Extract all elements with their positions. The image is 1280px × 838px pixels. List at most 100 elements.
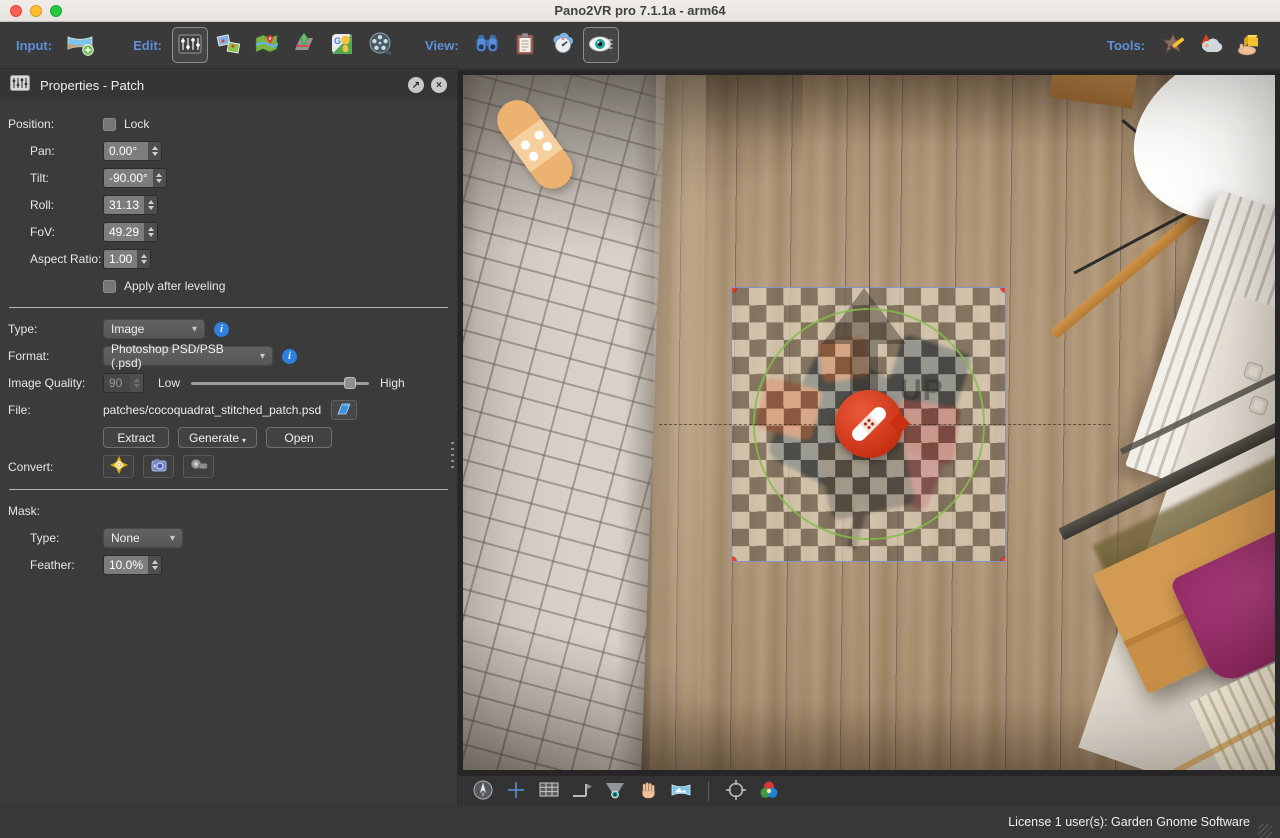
panorama-viewer: UP <box>458 70 1280 775</box>
mask-type-label: Type: <box>8 531 103 545</box>
view-binoculars-button[interactable] <box>469 27 505 63</box>
compass-icon <box>472 779 494 804</box>
feather-label: Feather: <box>8 558 103 572</box>
patch-handle-bottom-right[interactable] <box>1001 557 1006 562</box>
edit-tour-map-button[interactable] <box>248 27 284 63</box>
target-icon <box>725 779 747 804</box>
feather-field[interactable]: 10.0% <box>103 555 162 575</box>
close-panel-button[interactable]: × <box>431 77 447 93</box>
close-window-button[interactable] <box>10 5 22 17</box>
rgb-circles-icon <box>758 779 780 804</box>
view-output-button[interactable] <box>507 27 543 63</box>
street-view-icon: G <box>329 31 355 60</box>
roll-stepper[interactable] <box>144 196 157 214</box>
grid-toggle-button[interactable] <box>536 779 562 803</box>
separator <box>9 307 448 308</box>
position-label: Position: <box>8 117 103 131</box>
edit-properties-button[interactable] <box>172 27 208 63</box>
quality-stepper <box>130 374 143 392</box>
float-panel-button[interactable]: ↗ <box>408 77 424 93</box>
type-dropdown[interactable]: Image ▾ <box>103 319 205 339</box>
selected-patch-marker[interactable] <box>835 390 903 458</box>
chevron-down-icon: ▾ <box>252 351 265 362</box>
hotspot-target-icon <box>110 456 128 477</box>
crosshair-toggle-button[interactable] <box>503 779 529 803</box>
aspect-stepper[interactable] <box>137 250 150 268</box>
roll-field[interactable]: 31.13 <box>103 195 158 215</box>
panel-splitter-handle[interactable] <box>451 442 454 468</box>
image-quality-slider[interactable] <box>191 382 369 385</box>
edit-leveling-button[interactable] <box>286 27 322 63</box>
center-target-button[interactable] <box>723 779 749 803</box>
input-panorama-button[interactable] <box>62 27 98 63</box>
lock-checkbox[interactable] <box>103 118 116 131</box>
view-preview-button[interactable] <box>545 27 581 63</box>
edit-animation-button[interactable] <box>362 27 398 63</box>
minimize-window-button[interactable] <box>30 5 42 17</box>
properties-panel-icon <box>10 75 30 96</box>
view-viewer-button[interactable] <box>583 27 619 63</box>
format-label: Format: <box>8 349 103 363</box>
input-label: Input: <box>16 38 52 53</box>
generate-button[interactable]: Generate▾ <box>178 427 257 448</box>
open-button[interactable]: Open <box>266 427 332 448</box>
convert-to-hotspot-button[interactable] <box>103 455 134 478</box>
license-text: License 1 user(s): Garden Gnome Software <box>1008 815 1250 829</box>
pan-hand-icon <box>638 780 658 803</box>
pan-stepper[interactable] <box>148 142 161 160</box>
open-in-photoshop-button[interactable] <box>331 400 357 420</box>
titlebar: Pano2VR pro 7.1.1a - arm64 <box>0 0 1280 22</box>
viewer-toolbar <box>458 775 1280 806</box>
photoshop-file-icon <box>335 402 353 419</box>
tools-gnome-cloud-button[interactable] <box>1193 27 1229 63</box>
extract-button[interactable]: Extract <box>103 427 169 448</box>
tools-patch-edit-button[interactable] <box>1155 27 1191 63</box>
pan-tool-button[interactable] <box>635 779 661 803</box>
apply-after-leveling-checkbox[interactable] <box>103 280 116 293</box>
panorama-view-button[interactable] <box>668 779 694 803</box>
feather-stepper[interactable] <box>148 556 161 574</box>
panel-title: Properties - Patch <box>40 78 144 93</box>
tilt-stepper[interactable] <box>153 169 166 187</box>
file-path: patches/cocoquadrat_stitched_patch.psd <box>103 403 331 417</box>
eye-icon <box>588 31 614 60</box>
mask-label: Mask: <box>8 504 103 518</box>
panel-header: Properties - Patch ↗ × <box>0 70 457 100</box>
leveling-tool-button[interactable] <box>569 779 595 803</box>
convert-to-camera-button[interactable] <box>143 455 174 478</box>
panorama-canvas[interactable]: UP <box>463 75 1275 770</box>
zoom-window-button[interactable] <box>50 5 62 17</box>
tools-transform-button[interactable] <box>1231 27 1267 63</box>
app-window: Pano2VR pro 7.1.1a - arm64 Input: Edit: <box>0 0 1280 838</box>
image-quality-label: Image Quality: <box>8 376 103 390</box>
type-info-icon[interactable]: i <box>214 322 229 337</box>
format-dropdown[interactable]: Photoshop PSD/PSB (.psd) ▾ <box>103 346 273 366</box>
resize-grip[interactable] <box>1258 824 1272 838</box>
mask-type-dropdown[interactable]: None ▾ <box>103 528 183 548</box>
projection-button[interactable] <box>602 779 628 803</box>
fov-field[interactable]: 49.29 <box>103 222 158 242</box>
pan-label: Pan: <box>8 144 103 158</box>
panel-body: Position: Lock Pan: 0.00° Tilt: -90.00° <box>0 100 457 575</box>
view-label: View: <box>425 38 459 53</box>
slider-handle[interactable] <box>344 377 356 389</box>
image-quality-field: 90 <box>103 373 144 393</box>
patch-marker-bandaid[interactable] <box>479 85 589 205</box>
file-label: File: <box>8 403 103 417</box>
compass-button[interactable] <box>470 779 496 803</box>
edit-street-view-button[interactable]: G <box>324 27 360 63</box>
pan-field[interactable]: 0.00° <box>103 141 162 161</box>
edit-tour-browser-button[interactable] <box>210 27 246 63</box>
edit-label: Edit: <box>133 38 162 53</box>
crosshair-plus-icon <box>506 780 526 803</box>
bandaid-glyph <box>835 390 903 458</box>
format-info-icon[interactable]: i <box>282 349 297 364</box>
tools-label: Tools: <box>1107 38 1145 53</box>
apply-after-leveling-label: Apply after leveling <box>124 279 225 293</box>
tilt-field[interactable]: -90.00° <box>103 168 167 188</box>
fov-stepper[interactable] <box>144 223 157 241</box>
quality-low-label: Low <box>158 376 180 390</box>
color-correction-button[interactable] <box>756 779 782 803</box>
aspect-ratio-field[interactable]: 1.00 <box>103 249 151 269</box>
convert-to-lens-flare-button[interactable] <box>183 455 214 478</box>
